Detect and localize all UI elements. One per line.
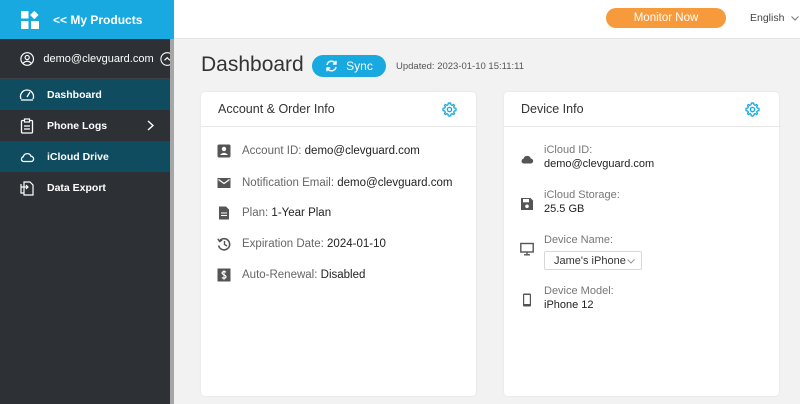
chevron-down-icon <box>791 15 800 21</box>
row-label: Device Name: <box>544 234 614 246</box>
sidebar-item-icloud-drive[interactable]: iCloud Drive <box>0 141 174 172</box>
card-header: Account & Order Info <box>201 92 476 127</box>
icloud-storage-row: iCloud Storage: 25.5 GB <box>520 189 620 215</box>
cloud-icon <box>20 152 35 162</box>
cloud-icon <box>521 155 534 164</box>
device-model-row: Device Model: iPhone 12 <box>520 285 614 311</box>
selected-device: Jame's iPhone <box>554 254 626 267</box>
gear-icon[interactable] <box>442 102 457 117</box>
monitor-now-button[interactable]: Monitor Now <box>606 8 726 28</box>
row-value: demo@clevguard.com <box>304 145 420 157</box>
sync-button[interactable]: Sync <box>312 55 386 77</box>
row-label: Expiration Date: <box>242 238 324 250</box>
sidebar: demo@clevguard.com Dashboard Phone Logs … <box>0 39 174 404</box>
sidebar-item-label: Dashboard <box>47 88 102 101</box>
brand-bar: << My Products <box>0 0 174 39</box>
device-name-row: Device Name: Jame's iPhone <box>520 234 642 270</box>
sync-icon <box>326 60 337 72</box>
my-products-link[interactable]: << My Products <box>53 13 142 27</box>
sidebar-item-label: Data Export <box>47 181 106 194</box>
row-value: Disabled <box>320 269 366 281</box>
gear-icon[interactable] <box>745 102 760 117</box>
monitor-icon <box>520 242 534 256</box>
card-header: Device Info <box>504 92 779 127</box>
smartphone-icon <box>523 293 531 307</box>
row-value: 1-Year Plan <box>271 207 332 219</box>
document-icon <box>219 206 229 220</box>
language-label: English <box>750 12 785 24</box>
updated-timestamp: Updated: 2023-01-10 15:11:11 <box>396 61 524 72</box>
sidebar-item-label: Phone Logs <box>47 119 108 132</box>
plan-row: Plan: 1-Year Plan <box>217 206 331 220</box>
dashboard-gauge-icon <box>19 88 35 101</box>
user-email: demo@clevguard.com <box>43 52 154 65</box>
renewal-dollar-icon <box>217 268 231 282</box>
notification-email-row: Notification Email: demo@clevguard.com <box>217 176 452 190</box>
row-label: iCloud Storage: <box>544 189 620 201</box>
chevron-down-icon <box>627 259 635 264</box>
export-icon <box>20 180 34 196</box>
row-label: Auto-Renewal: <box>242 269 318 281</box>
expiration-date-row: Expiration Date: 2024-01-10 <box>217 237 386 251</box>
sidebar-item-data-export[interactable]: Data Export <box>0 172 174 203</box>
row-value: iPhone 12 <box>544 299 594 311</box>
card-title: Account & Order Info <box>218 102 335 116</box>
row-label: Plan: <box>242 207 269 219</box>
language-selector[interactable]: English <box>750 12 800 24</box>
mail-icon <box>217 178 231 188</box>
page-title: Dashboard <box>201 53 304 76</box>
sidebar-item-dashboard[interactable]: Dashboard <box>0 79 174 110</box>
chevron-right-icon <box>147 120 154 131</box>
row-label: iCloud ID: <box>544 144 593 156</box>
account-order-card: Account & Order Info Account ID: demo@cl… <box>201 92 476 396</box>
row-value: 25.5 GB <box>544 203 585 215</box>
apps-grid-icon[interactable] <box>21 10 39 29</box>
history-icon <box>217 237 231 251</box>
save-icon <box>521 198 533 210</box>
top-bar: Monitor Now English <box>174 0 800 39</box>
sidebar-item-label: iCloud Drive <box>47 150 109 163</box>
icloud-id-row: iCloud ID: demo@clevguard.com <box>520 144 654 170</box>
card-title: Device Info <box>521 102 584 116</box>
device-name-select[interactable]: Jame's iPhone <box>544 251 642 270</box>
clipboard-icon <box>20 117 34 134</box>
auto-renewal-row: Auto-Renewal: Disabled <box>217 268 365 282</box>
sync-label: Sync <box>346 59 373 73</box>
id-card-icon <box>217 144 231 158</box>
row-label: Account ID: <box>242 145 302 157</box>
sidebar-scrollbar[interactable] <box>170 39 174 404</box>
row-label: Device Model: <box>544 285 614 297</box>
row-value: demo@clevguard.com <box>544 158 655 170</box>
row-value: demo@clevguard.com <box>337 177 453 189</box>
account-id-row: Account ID: demo@clevguard.com <box>217 144 420 158</box>
user-account-row[interactable]: demo@clevguard.com <box>0 39 174 79</box>
row-label: Notification Email: <box>242 177 335 189</box>
user-avatar-icon <box>20 51 35 66</box>
row-value: 2024-01-10 <box>327 238 386 250</box>
device-info-card: Device Info iCloud ID: demo@clevguard.co… <box>504 92 779 396</box>
sidebar-item-phone-logs[interactable]: Phone Logs <box>0 110 174 141</box>
